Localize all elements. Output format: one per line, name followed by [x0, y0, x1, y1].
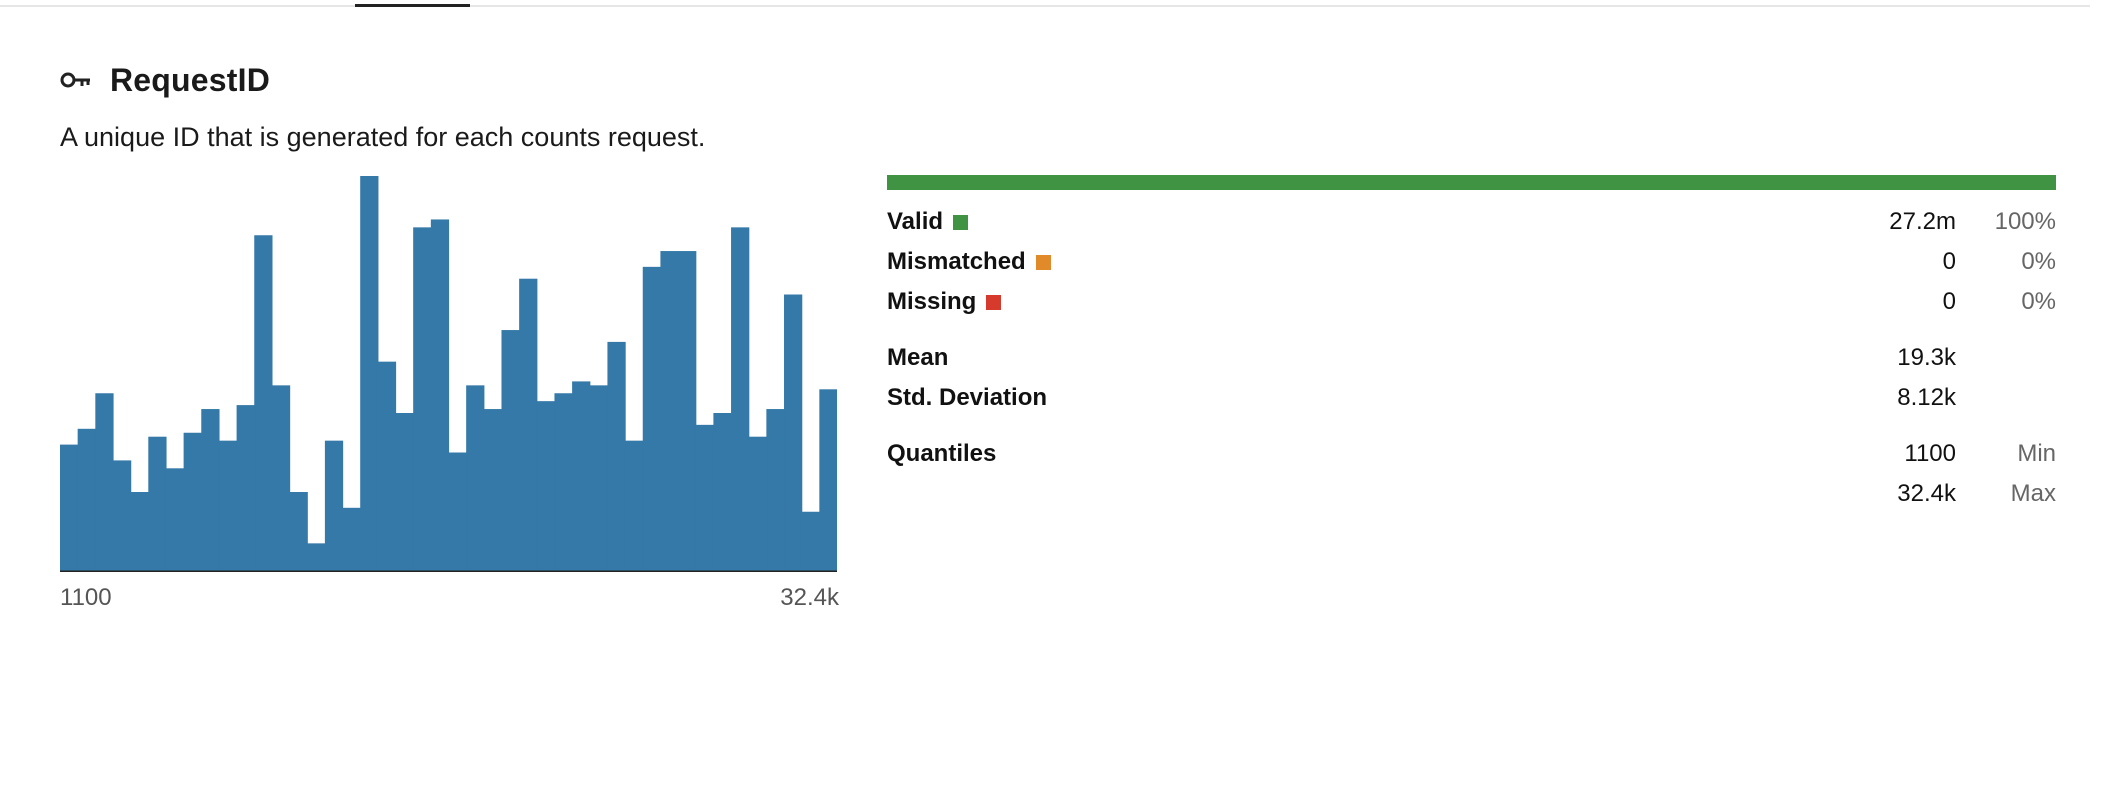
- histogram-chart: [60, 176, 837, 572]
- field-description: A unique ID that is generated for each c…: [60, 122, 706, 152]
- histogram-bar: [536, 401, 556, 571]
- missing-count: 0: [1942, 288, 1956, 315]
- histogram-bar: [95, 393, 114, 571]
- histogram-bar: [784, 294, 803, 571]
- mismatched-label-group: Mismatched: [887, 248, 1051, 276]
- std-value: 8.12k: [1897, 384, 1956, 411]
- quantile-max-label: Max: [2010, 480, 2056, 507]
- missing-row: Missing 0 0%: [887, 288, 2056, 320]
- active-tab-indicator: [355, 4, 470, 7]
- histogram-bar: [607, 341, 626, 571]
- mismatched-label: Mismatched: [887, 248, 1026, 275]
- mean-label: Mean: [887, 344, 949, 371]
- histogram-bar: [377, 361, 397, 571]
- key-icon: [60, 69, 92, 91]
- histogram-bar: [60, 444, 79, 571]
- histogram-bar: [483, 409, 503, 571]
- histogram-bar: [501, 330, 520, 571]
- mismatched-count: 0: [1942, 248, 1956, 275]
- mean-row: Mean 19.3k: [887, 344, 2056, 376]
- histogram-bar: [572, 381, 591, 571]
- histogram-bar: [324, 440, 344, 571]
- missing-label: Missing: [887, 288, 977, 315]
- histogram-bar: [801, 511, 820, 571]
- histogram-bar: [748, 436, 767, 571]
- histogram-bar: [289, 492, 308, 571]
- histogram-bar: [430, 219, 450, 571]
- field-title: RequestID: [110, 61, 271, 98]
- valid-percent: 100%: [1994, 208, 2056, 235]
- histogram-bar: [236, 405, 255, 571]
- histogram-bar: [642, 266, 662, 571]
- histogram-bar: [254, 235, 273, 571]
- quantile-max-row: 32.4k Max: [887, 480, 2056, 512]
- histogram-bar: [183, 432, 202, 571]
- valid-row: Valid 27.2m 100%: [887, 208, 2056, 240]
- histogram-bar: [148, 436, 167, 571]
- histogram-bar: [731, 227, 750, 571]
- quantile-min-row: Quantiles 1100 Min: [887, 440, 2056, 472]
- histogram-bar: [448, 452, 467, 571]
- histogram-bar: [395, 413, 414, 571]
- std-label: Std. Deviation: [887, 384, 1048, 411]
- quantile-min-label: Min: [2017, 440, 2056, 467]
- mismatched-percent: 0%: [2021, 248, 2056, 275]
- histogram-bar: [360, 176, 379, 571]
- tab-bar-divider: [0, 5, 2090, 7]
- missing-percent: 0%: [2021, 288, 2056, 315]
- histogram-bar: [201, 409, 220, 571]
- field-header: RequestID: [60, 58, 270, 102]
- histogram-bar: [466, 385, 485, 571]
- mismatched-swatch: [1035, 254, 1051, 270]
- quantile-max-value: 32.4k: [1897, 480, 1956, 507]
- histogram-bar: [554, 393, 573, 571]
- histogram-bar: [130, 492, 149, 571]
- histogram-bar: [766, 409, 785, 571]
- histogram-max-label: 32.4k: [780, 584, 839, 611]
- histogram-bar: [625, 440, 644, 571]
- valid-label-group: Valid: [887, 208, 969, 236]
- histogram-bar: [678, 251, 697, 572]
- valid-proportion-bar: [887, 175, 2056, 190]
- histogram-bar: [589, 385, 609, 571]
- mean-value: 19.3k: [1897, 344, 1956, 371]
- missing-swatch: [986, 294, 1002, 310]
- valid-count: 27.2m: [1889, 208, 1956, 235]
- histogram-bar: [307, 543, 326, 571]
- histogram-bar: [819, 389, 837, 571]
- quantiles-label: Quantiles: [887, 440, 997, 467]
- missing-label-group: Missing: [887, 288, 1002, 316]
- mismatched-row: Mismatched 0 0%: [887, 248, 2056, 280]
- std-row: Std. Deviation 8.12k: [887, 384, 2056, 416]
- valid-label: Valid: [887, 208, 944, 235]
- histogram-bar: [695, 424, 714, 571]
- histogram-bar: [77, 428, 96, 571]
- histogram-bar: [165, 468, 185, 571]
- histogram-bar: [112, 460, 132, 571]
- quantile-min-value: 1100: [1904, 440, 1956, 467]
- histogram-bar: [271, 385, 291, 571]
- histogram-min-label: 1100: [60, 584, 112, 611]
- histogram-bar: [218, 440, 238, 571]
- histogram-bar: [413, 227, 432, 571]
- histogram-bar: [519, 278, 538, 571]
- histogram-bar: [713, 413, 732, 571]
- valid-swatch: [953, 214, 969, 230]
- histogram-bar: [342, 507, 361, 571]
- histogram-bar: [660, 251, 679, 572]
